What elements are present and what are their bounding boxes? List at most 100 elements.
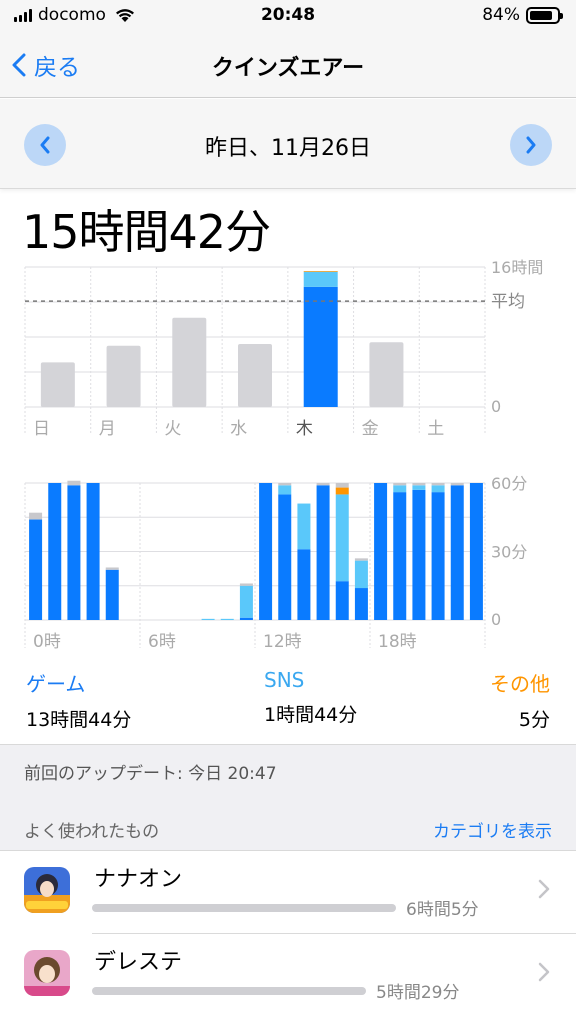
bar-segment — [393, 485, 407, 493]
y-tick-label: 60分 — [491, 474, 527, 493]
category-sns: SNS 1時間44分 — [264, 668, 357, 727]
bar-segment — [431, 485, 445, 493]
usage-duration: 5時間29分 — [376, 983, 460, 1003]
x-tick-label: 月 — [99, 419, 116, 439]
bar-segment — [303, 286, 338, 407]
y-tick-label: 16時間 — [491, 258, 543, 277]
bar-segment — [239, 585, 253, 618]
usage-bar — [92, 987, 366, 995]
weekly-chart: 平均 16時間 0 日 月 火 水 木 金 土 — [0, 255, 576, 445]
bar-segment — [354, 558, 368, 561]
bar-segment — [105, 569, 119, 620]
bar-segment — [259, 483, 273, 620]
bar — [369, 342, 404, 407]
status-bar: docomo 20:48 84% — [0, 0, 576, 34]
x-tick-label: 0時 — [33, 632, 61, 652]
total-screen-time: 15時間42分 — [22, 205, 271, 259]
bar-segment — [105, 567, 119, 570]
app-name: ナナオン — [94, 867, 183, 892]
category-value: 5分 — [518, 709, 550, 731]
chevron-right-icon — [526, 136, 536, 154]
category-other: その他 5分 — [490, 668, 550, 732]
category-value: 13時間44分 — [26, 709, 132, 731]
next-day-button[interactable] — [510, 124, 552, 166]
bar-segment — [412, 485, 426, 490]
bar-segment — [335, 494, 349, 582]
bar-segment — [297, 503, 311, 550]
bar-segment — [450, 485, 464, 620]
weekly-chart-svg: 平均 16時間 0 日 月 火 水 木 金 土 — [24, 258, 543, 439]
bar-segment — [67, 480, 81, 486]
y-tick-label: 0 — [491, 397, 501, 416]
bar-segment — [316, 483, 330, 486]
bar-segment — [354, 560, 368, 589]
app-row-nanaon[interactable]: ナナオン 6時間5分 — [0, 850, 576, 934]
x-tick-label: 木 — [296, 419, 313, 439]
app-name: デレステ — [94, 950, 183, 975]
bar-segment — [220, 618, 234, 620]
app-icon-nanaon — [24, 867, 70, 913]
bar-segment — [393, 483, 407, 486]
bar-segment — [86, 483, 100, 620]
show-categories-link[interactable]: カテゴリを表示 — [433, 817, 552, 842]
x-tick-label: 18時 — [378, 632, 417, 652]
bar-segment — [335, 487, 349, 495]
bar-segment — [469, 483, 483, 620]
bar-segment — [297, 549, 311, 620]
battery-icon — [526, 6, 563, 24]
bar-segment — [412, 483, 426, 486]
x-tick-label: 火 — [164, 419, 181, 439]
battery-fill — [530, 10, 552, 20]
bar-segment — [335, 581, 349, 620]
y-tick-label: 0 — [491, 610, 501, 629]
category-name: SNS — [264, 668, 305, 692]
usage-bar — [92, 904, 396, 912]
bar-segment — [201, 618, 215, 620]
last-updated-text: 前回のアップデート: 今日 20:47 — [24, 764, 277, 784]
hourly-chart-svg: 60分 30分 0 0時 6時 12時 18時 — [24, 474, 527, 652]
bar — [172, 317, 207, 407]
x-tick-label: 日 — [33, 419, 50, 439]
bar-segment — [278, 483, 292, 486]
bar-segment — [354, 588, 368, 620]
bar-segment — [239, 583, 253, 586]
app-row-deresute[interactable]: デレステ 5時間29分 — [0, 934, 576, 1018]
hourly-chart: 60分 30分 0 0時 6時 12時 18時 — [0, 470, 576, 660]
category-value: 1時間44分 — [264, 704, 358, 726]
navigation-bar: 戻る クインズエアー — [0, 34, 576, 98]
bar-segment — [335, 483, 349, 488]
bar-segment — [48, 483, 62, 620]
average-label: 平均 — [491, 292, 525, 312]
bar-segment — [239, 617, 253, 620]
bar-segment — [431, 483, 445, 486]
bar-segment — [303, 271, 338, 272]
date-selector: 昨日、11月26日 — [0, 99, 576, 189]
bar-segment — [303, 271, 338, 287]
page-title: クインズエアー — [211, 56, 365, 81]
chevron-right-icon — [538, 962, 550, 982]
x-tick-label: 水 — [230, 419, 247, 439]
bar-segment — [29, 519, 43, 620]
category-game: ゲーム 13時間44分 — [26, 668, 131, 732]
bar-segment — [278, 485, 292, 495]
battery-group: 84% — [482, 5, 563, 25]
chevron-right-icon — [538, 879, 550, 899]
bar-segment — [29, 512, 43, 520]
category-totals: ゲーム 13時間44分 SNS 1時間44分 その他 5分 — [0, 668, 576, 738]
bar-segment — [450, 483, 464, 486]
bar-segment — [412, 489, 426, 620]
x-tick-label: 金 — [362, 419, 379, 439]
category-name: ゲーム — [26, 672, 86, 696]
most-used-heading: よく使われたもの — [24, 822, 160, 842]
y-tick-label: 30分 — [491, 543, 527, 562]
app-icon-deresute — [24, 950, 70, 996]
bar-segment — [67, 485, 81, 620]
x-tick-label: 12時 — [263, 632, 302, 652]
bar-segment — [278, 494, 292, 620]
usage-duration: 6時間5分 — [406, 900, 479, 920]
bar — [238, 344, 272, 407]
bar — [40, 362, 75, 407]
x-tick-label: 6時 — [148, 632, 176, 652]
bar-segment — [431, 492, 445, 620]
bar-segment — [316, 485, 330, 620]
